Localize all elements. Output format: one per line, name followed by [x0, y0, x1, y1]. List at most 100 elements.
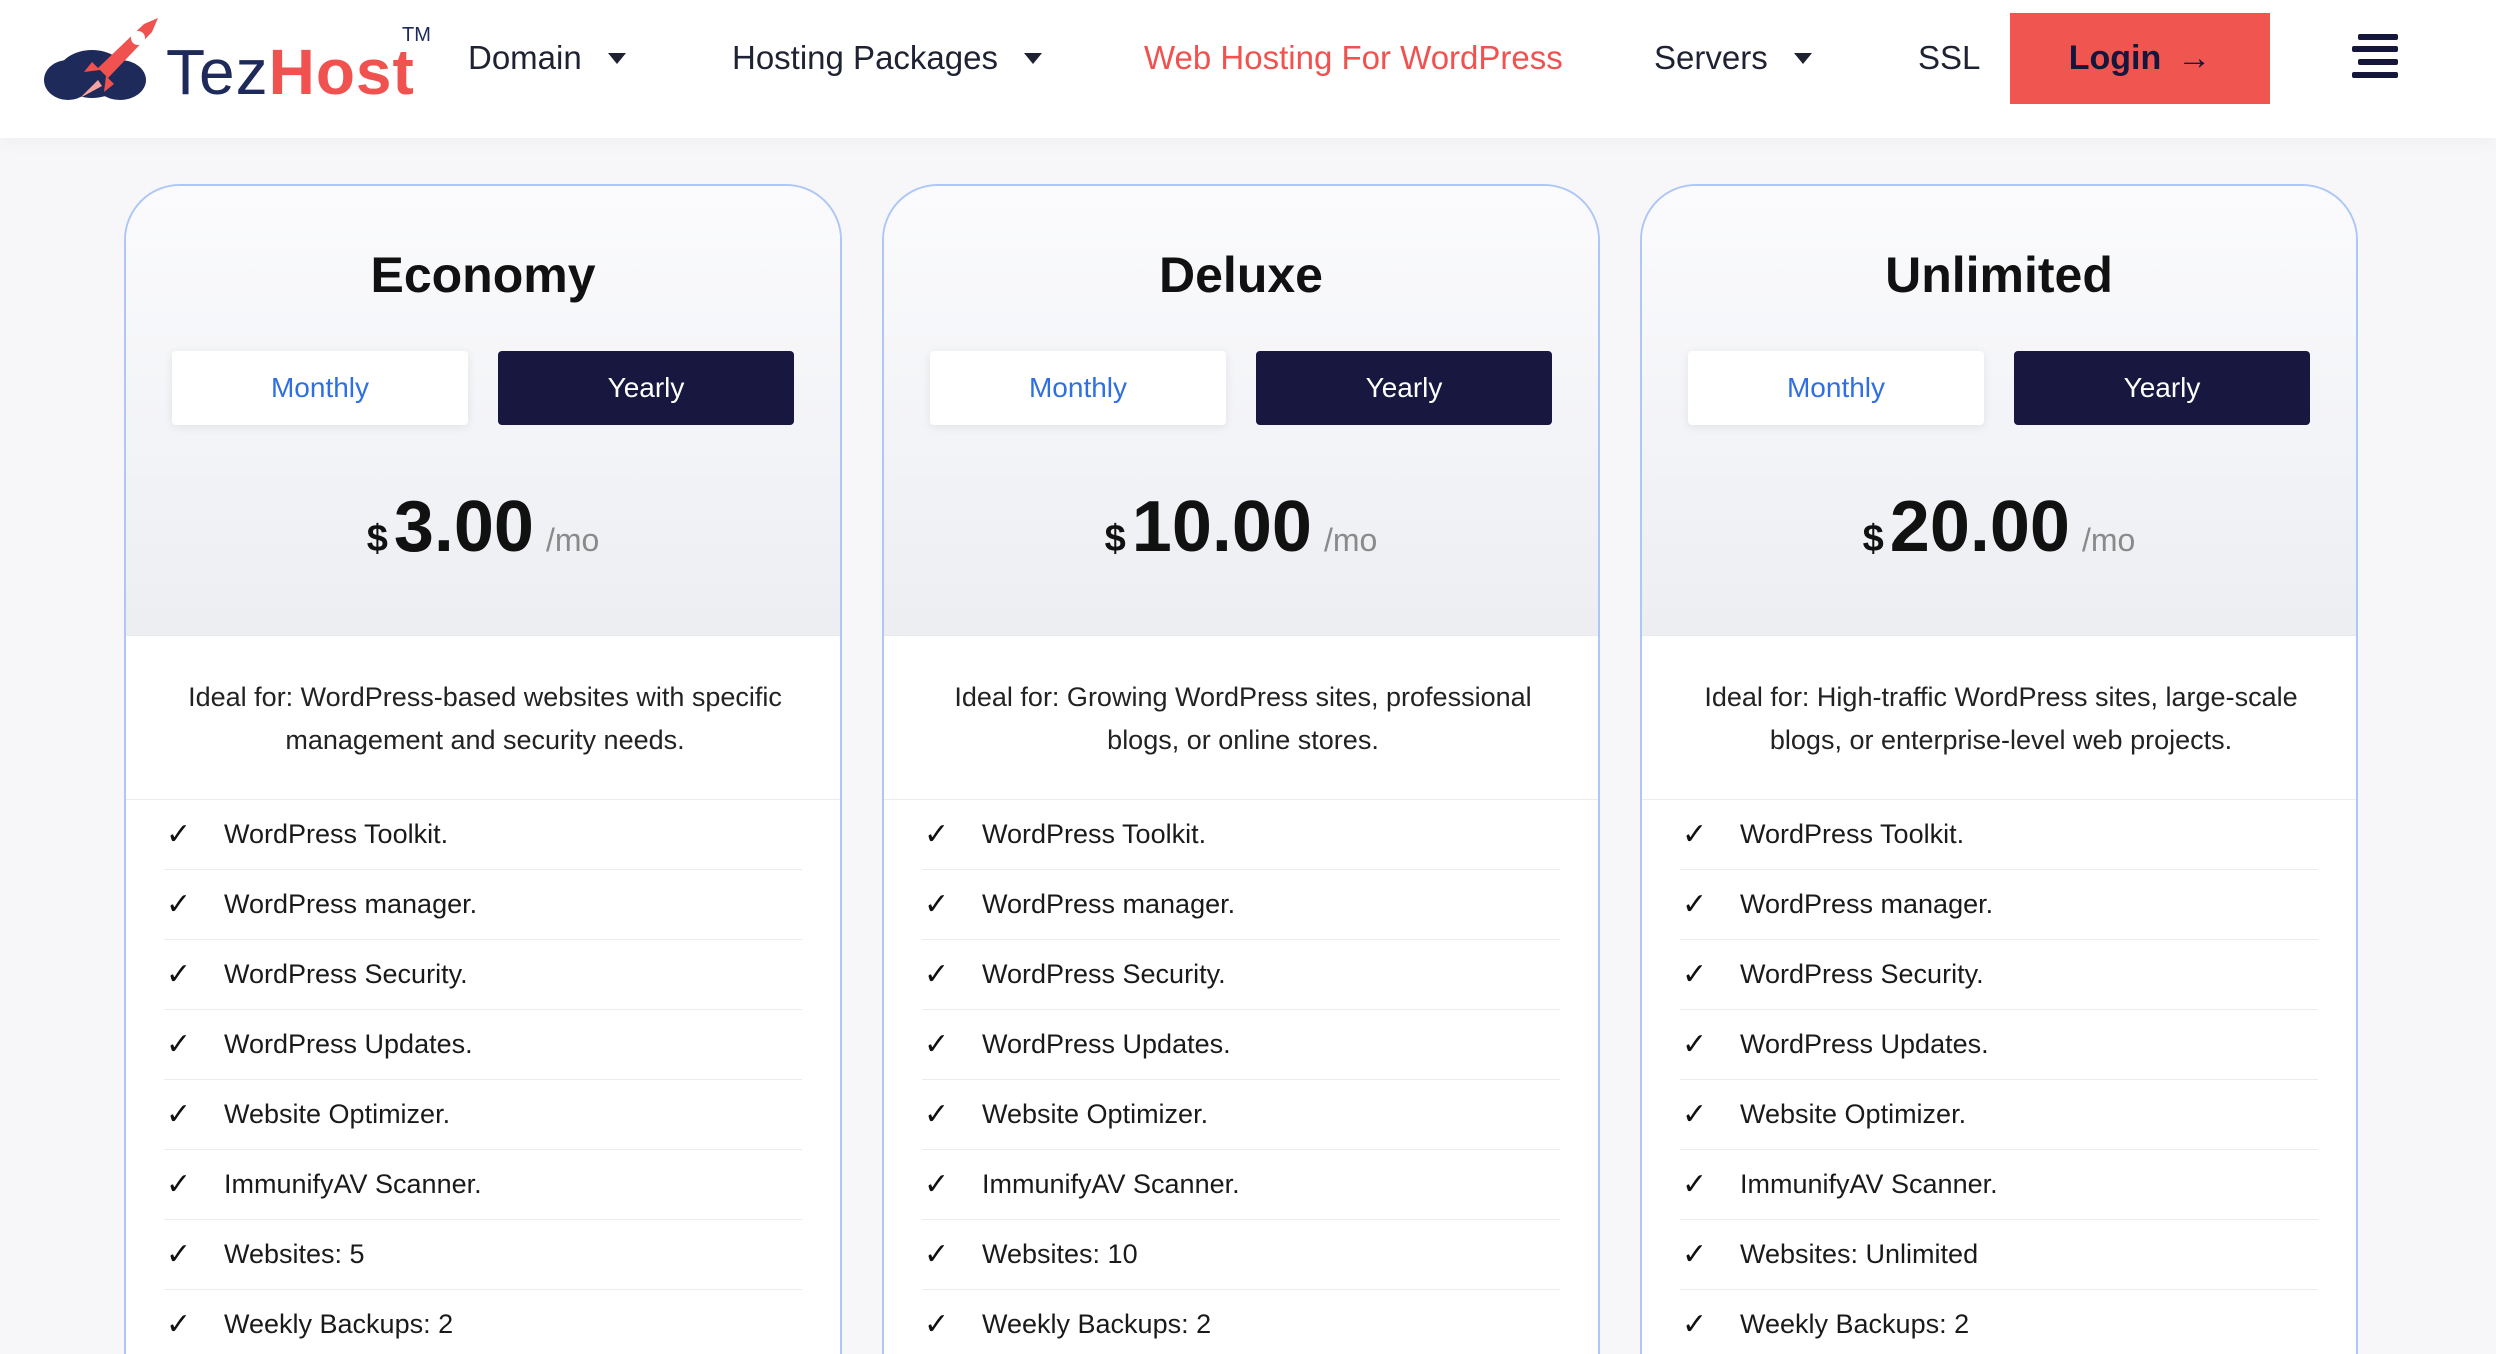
check-icon: ✓: [924, 1098, 950, 1131]
chevron-down-icon: [1023, 52, 1042, 64]
feature-text: WordPress manager.: [1740, 889, 1994, 919]
feature-text: WordPress Updates.: [1740, 1029, 1989, 1059]
feature-text: Website Optimizer.: [1740, 1099, 1967, 1129]
list-item: ✓ Websites: 10: [922, 1220, 1560, 1290]
plan-name: Economy: [370, 247, 596, 303]
check-icon: ✓: [1682, 958, 1708, 991]
trademark-mark: TM: [402, 24, 431, 46]
check-icon: ✓: [166, 1168, 192, 1201]
list-item: ✓ Weekly Backups: 2: [1680, 1290, 2318, 1354]
feature-text: Websites: 10: [982, 1239, 1138, 1269]
nav-web-hosting-wordpress-label: Web Hosting For WordPress: [1144, 39, 1563, 76]
feature-text: Weekly Backups: 2: [224, 1309, 454, 1339]
nav-domain[interactable]: Domain: [468, 36, 626, 80]
list-item: ✓ ImmunifyAV Scanner.: [922, 1150, 1560, 1220]
feature-list: ✓ WordPress Toolkit. ✓ WordPress manager. …: [884, 800, 1598, 1354]
list-item: ✓ WordPress manager.: [1680, 870, 2318, 940]
feature-text: WordPress Toolkit.: [982, 819, 1207, 849]
check-icon: ✓: [166, 958, 192, 991]
check-icon: ✓: [166, 1238, 192, 1271]
brand-name-part1: Tez: [166, 36, 269, 108]
arrow-right-icon: →: [2177, 39, 2212, 77]
plan-card-economy: Economy Monthly Yearly $ 3.00 /mo Ideal …: [124, 184, 842, 1354]
list-item: ✓ Weekly Backups: 2: [164, 1290, 802, 1354]
check-icon: ✓: [166, 1308, 192, 1341]
plan-price: $ 20.00 /mo: [1642, 486, 2356, 568]
brand-name-part2: Host: [268, 36, 415, 108]
login-label: Login: [2068, 39, 2162, 77]
feature-text: Website Optimizer.: [224, 1099, 451, 1129]
check-icon: ✓: [924, 888, 950, 921]
brand-logo[interactable]: TezHost TM: [40, 10, 440, 110]
check-icon: ✓: [924, 1168, 950, 1201]
list-item: ✓ Weekly Backups: 2: [922, 1290, 1560, 1354]
feature-text: Website Optimizer.: [982, 1099, 1209, 1129]
list-item: ✓ WordPress Toolkit.: [164, 800, 802, 870]
feature-text: WordPress Security.: [982, 959, 1226, 989]
feature-text: ImmunifyAV Scanner.: [982, 1169, 1240, 1199]
brand-name: TezHost: [166, 34, 415, 110]
feature-text: WordPress Security.: [1740, 959, 1984, 989]
price-period: /mo: [545, 522, 600, 558]
nav-web-hosting-wordpress[interactable]: Web Hosting For WordPress: [1144, 36, 1563, 80]
list-item: ✓ WordPress Updates.: [1680, 1010, 2318, 1080]
check-icon: ✓: [166, 1098, 192, 1131]
feature-text: Websites: 5: [224, 1239, 365, 1269]
check-icon: ✓: [1682, 818, 1708, 851]
plan-price: $ 10.00 /mo: [884, 486, 1598, 568]
login-button[interactable]: Login →: [2010, 13, 2270, 104]
check-icon: ✓: [1682, 1238, 1708, 1271]
list-item: ✓ ImmunifyAV Scanner.: [1680, 1150, 2318, 1220]
hamburger-menu-icon[interactable]: [2352, 32, 2398, 80]
chevron-down-icon: [607, 52, 626, 64]
site-header: TezHost TM Domain Hosting Packages Web H…: [0, 0, 2496, 138]
chevron-down-icon: [1793, 52, 1812, 64]
nav-servers-label: Servers: [1654, 39, 1768, 76]
plan-card-deluxe: Deluxe Monthly Yearly $ 10.00 /mo Ideal …: [882, 184, 1600, 1354]
feature-text: ImmunifyAV Scanner.: [1740, 1169, 1998, 1199]
billing-toggle-monthly[interactable]: Monthly: [1688, 351, 1984, 425]
price-currency: $: [1862, 518, 1884, 560]
check-icon: ✓: [1682, 1028, 1708, 1061]
nav-hosting-packages[interactable]: Hosting Packages: [732, 36, 1042, 80]
feature-text: WordPress manager.: [224, 889, 478, 919]
billing-toggle-yearly[interactable]: Yearly: [1256, 351, 1552, 425]
check-icon: ✓: [924, 1238, 950, 1271]
feature-text: Websites: Unlimited: [1740, 1239, 1979, 1269]
feature-text: Weekly Backups: 2: [1740, 1309, 1970, 1339]
billing-toggle-monthly[interactable]: Monthly: [172, 351, 468, 425]
plan-price: $ 3.00 /mo: [126, 486, 840, 568]
price-amount: 20.00: [1889, 487, 2070, 567]
check-icon: ✓: [1682, 1308, 1708, 1341]
plan-ideal-for: Ideal for: WordPress-based websites with…: [188, 682, 782, 755]
feature-text: ImmunifyAV Scanner.: [224, 1169, 482, 1199]
billing-toggle-yearly[interactable]: Yearly: [2014, 351, 2310, 425]
check-icon: ✓: [1682, 1168, 1708, 1201]
check-icon: ✓: [166, 1028, 192, 1061]
nav-hosting-packages-label: Hosting Packages: [732, 39, 998, 76]
plan-card-unlimited: Unlimited Monthly Yearly $ 20.00 /mo Ide…: [1640, 184, 2358, 1354]
check-icon: ✓: [166, 888, 192, 921]
feature-text: WordPress Updates.: [982, 1029, 1231, 1059]
check-icon: ✓: [924, 1308, 950, 1341]
feature-list: ✓ WordPress Toolkit. ✓ WordPress manager. …: [126, 800, 840, 1354]
plan-name: Unlimited: [1885, 247, 2113, 303]
list-item: ✓ WordPress Toolkit.: [922, 800, 1560, 870]
plan-card-header: Economy Monthly Yearly $ 3.00 /mo: [126, 186, 840, 636]
feature-text: WordPress Updates.: [224, 1029, 473, 1059]
list-item: ✓ WordPress manager.: [164, 870, 802, 940]
price-currency: $: [1104, 518, 1126, 560]
check-icon: ✓: [924, 818, 950, 851]
check-icon: ✓: [924, 1028, 950, 1061]
check-icon: ✓: [1682, 888, 1708, 921]
plan-ideal-for: Ideal for: High-traffic WordPress sites,…: [1704, 682, 2298, 755]
nav-servers[interactable]: Servers: [1654, 36, 1812, 80]
billing-toggle-yearly[interactable]: Yearly: [498, 351, 794, 425]
billing-toggle-monthly[interactable]: Monthly: [930, 351, 1226, 425]
feature-text: WordPress Security.: [224, 959, 468, 989]
list-item: ✓ Website Optimizer.: [922, 1080, 1560, 1150]
list-item: ✓ Website Optimizer.: [1680, 1080, 2318, 1150]
list-item: ✓ WordPress Security.: [1680, 940, 2318, 1010]
price-period: /mo: [2081, 522, 2136, 558]
nav-ssl[interactable]: SSL: [1918, 36, 1980, 80]
